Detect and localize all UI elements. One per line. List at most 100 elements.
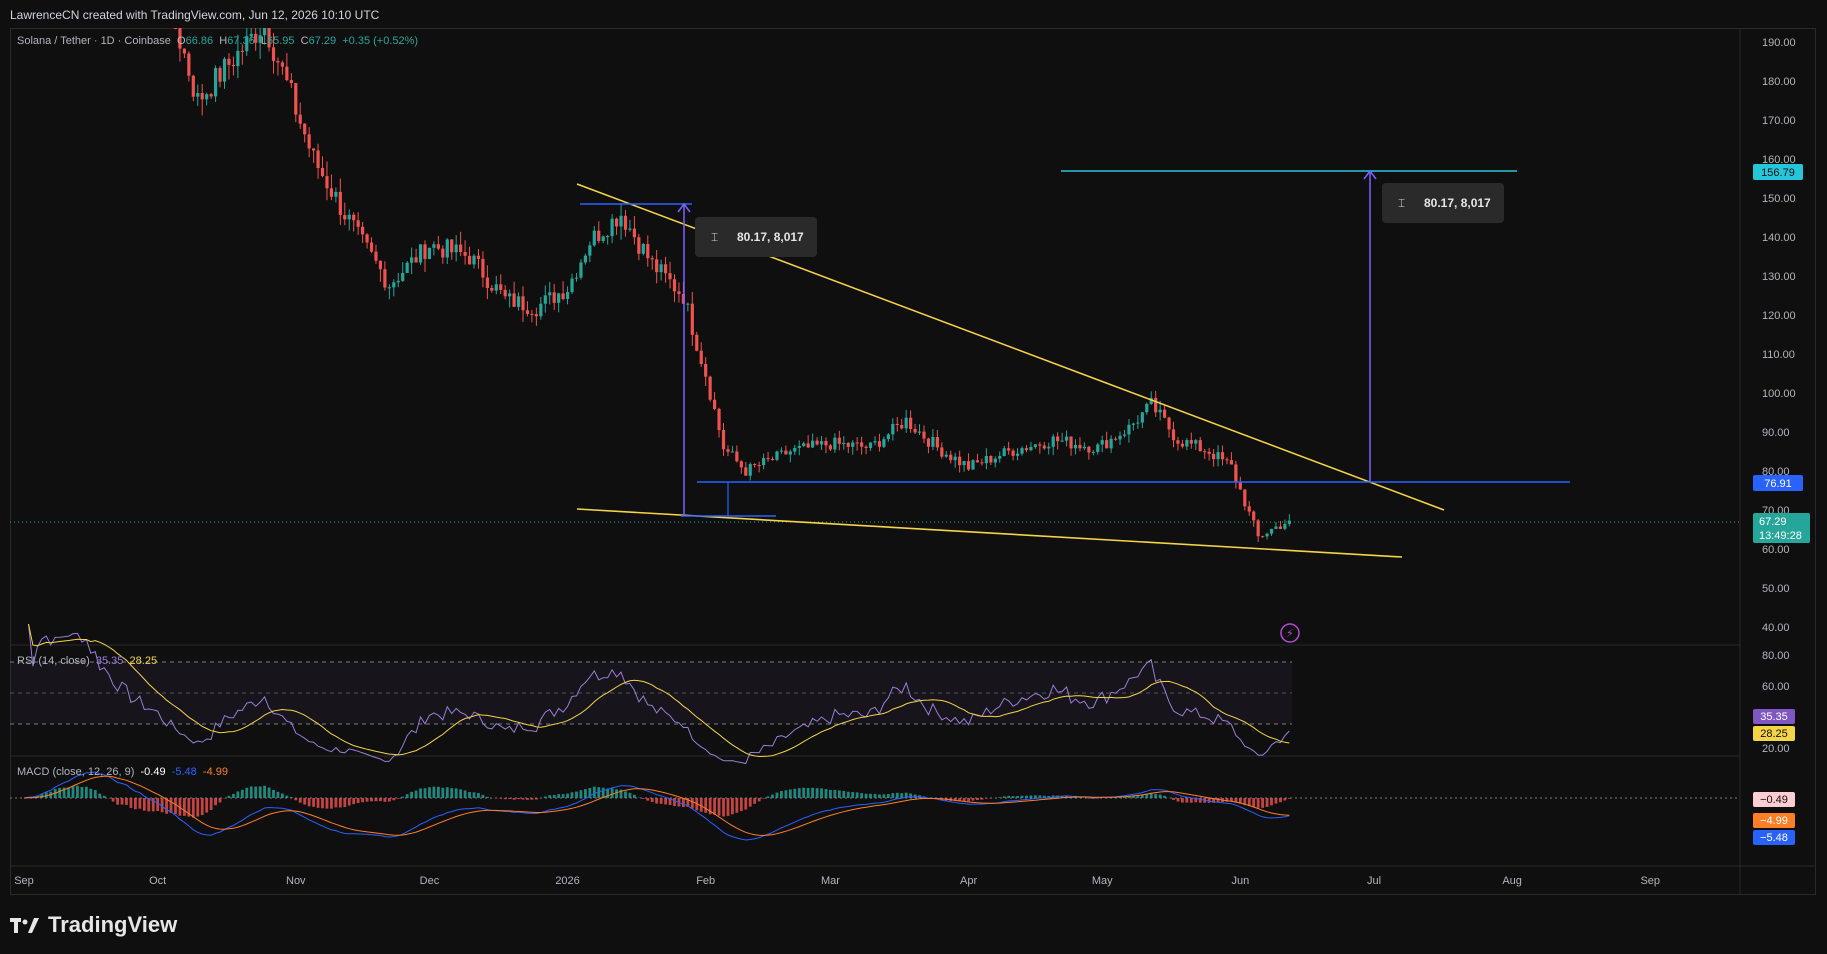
candle-body bbox=[935, 437, 939, 448]
macd-hist-bar bbox=[508, 798, 512, 800]
badge-countdown-text: 13:49:28 bbox=[1759, 530, 1802, 542]
time-tick: Jun bbox=[1231, 875, 1249, 887]
measure-right-label: 80.17, 8,017 bbox=[1424, 196, 1491, 210]
candle-body bbox=[1171, 429, 1176, 441]
candle-body bbox=[891, 423, 895, 435]
candle-body bbox=[1287, 520, 1291, 524]
candle-body bbox=[1265, 533, 1269, 537]
candle-body bbox=[1269, 528, 1274, 534]
candle-body bbox=[325, 176, 329, 189]
candle-body bbox=[873, 441, 877, 443]
candle-body bbox=[668, 273, 672, 280]
macd-hist-bar bbox=[548, 795, 552, 798]
candle-body bbox=[1038, 444, 1042, 446]
candle-body bbox=[632, 228, 636, 238]
candle-body bbox=[401, 272, 405, 281]
macd-hist-bar bbox=[1020, 795, 1024, 798]
candle-body bbox=[1105, 440, 1109, 449]
badge-target-text: 156.79 bbox=[1761, 167, 1795, 179]
macd-hist-bar bbox=[748, 798, 752, 807]
candle-body bbox=[1145, 403, 1149, 413]
candle-body bbox=[753, 464, 757, 466]
price-axis[interactable]: 190.00180.00170.00160.00150.00140.00130.… bbox=[1762, 37, 1796, 634]
candle-body bbox=[1185, 440, 1189, 447]
candle-body bbox=[1060, 440, 1064, 442]
macd-hist-bar bbox=[321, 798, 324, 809]
macd-hist-bar bbox=[762, 798, 766, 799]
candle-body bbox=[1189, 440, 1193, 444]
candle-body bbox=[1020, 448, 1024, 454]
candle-body bbox=[1109, 438, 1113, 449]
alert-bolt-icon: ⚡ bbox=[1286, 628, 1294, 640]
candle-body bbox=[712, 399, 717, 409]
macd-hist-bar bbox=[330, 798, 333, 809]
macd-hist-bar bbox=[757, 798, 761, 802]
candle-body bbox=[588, 245, 592, 256]
candle-body bbox=[499, 284, 503, 290]
price-chart-svg[interactable]: ⌶ 80.17, 8,017 ⌶ 80.17, 8,017 ⚡ 190.00 18… bbox=[0, 0, 1827, 954]
macd-hist-bar bbox=[196, 798, 200, 817]
macd-line-value: -5.48 bbox=[171, 766, 197, 778]
candle-body bbox=[744, 467, 748, 476]
macd-hist-bar bbox=[802, 787, 806, 798]
macd-hist-bar bbox=[272, 789, 275, 798]
candle-body bbox=[1024, 448, 1029, 451]
candle-body bbox=[312, 148, 316, 151]
macd-hist-bar bbox=[610, 788, 614, 798]
candle-body bbox=[641, 243, 645, 254]
macd-hist-bar bbox=[998, 797, 1002, 798]
candle-body bbox=[423, 244, 427, 259]
candle-body bbox=[828, 445, 833, 450]
candle-body bbox=[815, 440, 819, 445]
macd-hist-bar bbox=[254, 786, 258, 798]
candle-body bbox=[472, 255, 476, 265]
time-axis[interactable]: Sep Oct Nov Dec 2026 Feb Mar Apr May Jun Jul Aug Sep bbox=[14, 875, 1660, 887]
macd-hist-bar bbox=[744, 798, 748, 810]
macd-hist-bar bbox=[713, 798, 716, 815]
candle-body bbox=[895, 423, 899, 425]
candle-body bbox=[610, 218, 614, 237]
macd-hist-bar bbox=[650, 798, 654, 802]
candle-body bbox=[191, 75, 195, 97]
macd-hist-bar bbox=[396, 798, 400, 799]
candle-body bbox=[842, 442, 846, 444]
candle-body bbox=[1207, 451, 1211, 454]
candle-body bbox=[414, 257, 418, 263]
macd-hist-bar bbox=[891, 793, 895, 798]
macd-hist-bar bbox=[895, 792, 899, 798]
price-tick: 170.00 bbox=[1762, 115, 1796, 127]
badge-support-text: 76.91 bbox=[1764, 478, 1792, 490]
macd-hist-bar bbox=[842, 790, 846, 798]
macd-hist-bar bbox=[205, 798, 209, 813]
macd-hist-bar bbox=[534, 798, 538, 800]
candle-body bbox=[347, 214, 351, 220]
macd-hist-bar bbox=[837, 790, 841, 798]
candle-body bbox=[570, 278, 574, 293]
candle-body bbox=[779, 450, 784, 452]
candle-body bbox=[592, 230, 596, 246]
candle-body bbox=[877, 441, 882, 447]
candle-body bbox=[993, 458, 997, 463]
macd-hist-bar bbox=[365, 798, 369, 802]
candle-body bbox=[303, 123, 307, 135]
candle-body bbox=[329, 188, 334, 197]
macd-hist-bar bbox=[570, 792, 574, 798]
macd-hist-bar bbox=[352, 798, 356, 805]
macd-hist-bar bbox=[1279, 798, 1282, 803]
candle-body bbox=[601, 236, 605, 241]
candle-body bbox=[1216, 452, 1220, 460]
time-tick: 2026 bbox=[555, 875, 579, 887]
candle-body bbox=[1073, 445, 1078, 449]
macd-hist-bar bbox=[459, 789, 463, 798]
macd-hist-bar bbox=[526, 798, 529, 800]
macd-hist-bar bbox=[976, 798, 979, 801]
candle-body bbox=[998, 456, 1002, 459]
macd-label: MACD (close, 12, 26, 9) bbox=[17, 766, 135, 778]
candle-body bbox=[1064, 436, 1069, 441]
candle-body bbox=[418, 244, 423, 263]
candle-body bbox=[583, 255, 587, 263]
candle-body bbox=[343, 214, 347, 220]
macd-hist-bar bbox=[1181, 798, 1184, 803]
macd-hist-bar bbox=[312, 798, 316, 807]
macd-hist-bar bbox=[855, 792, 859, 798]
